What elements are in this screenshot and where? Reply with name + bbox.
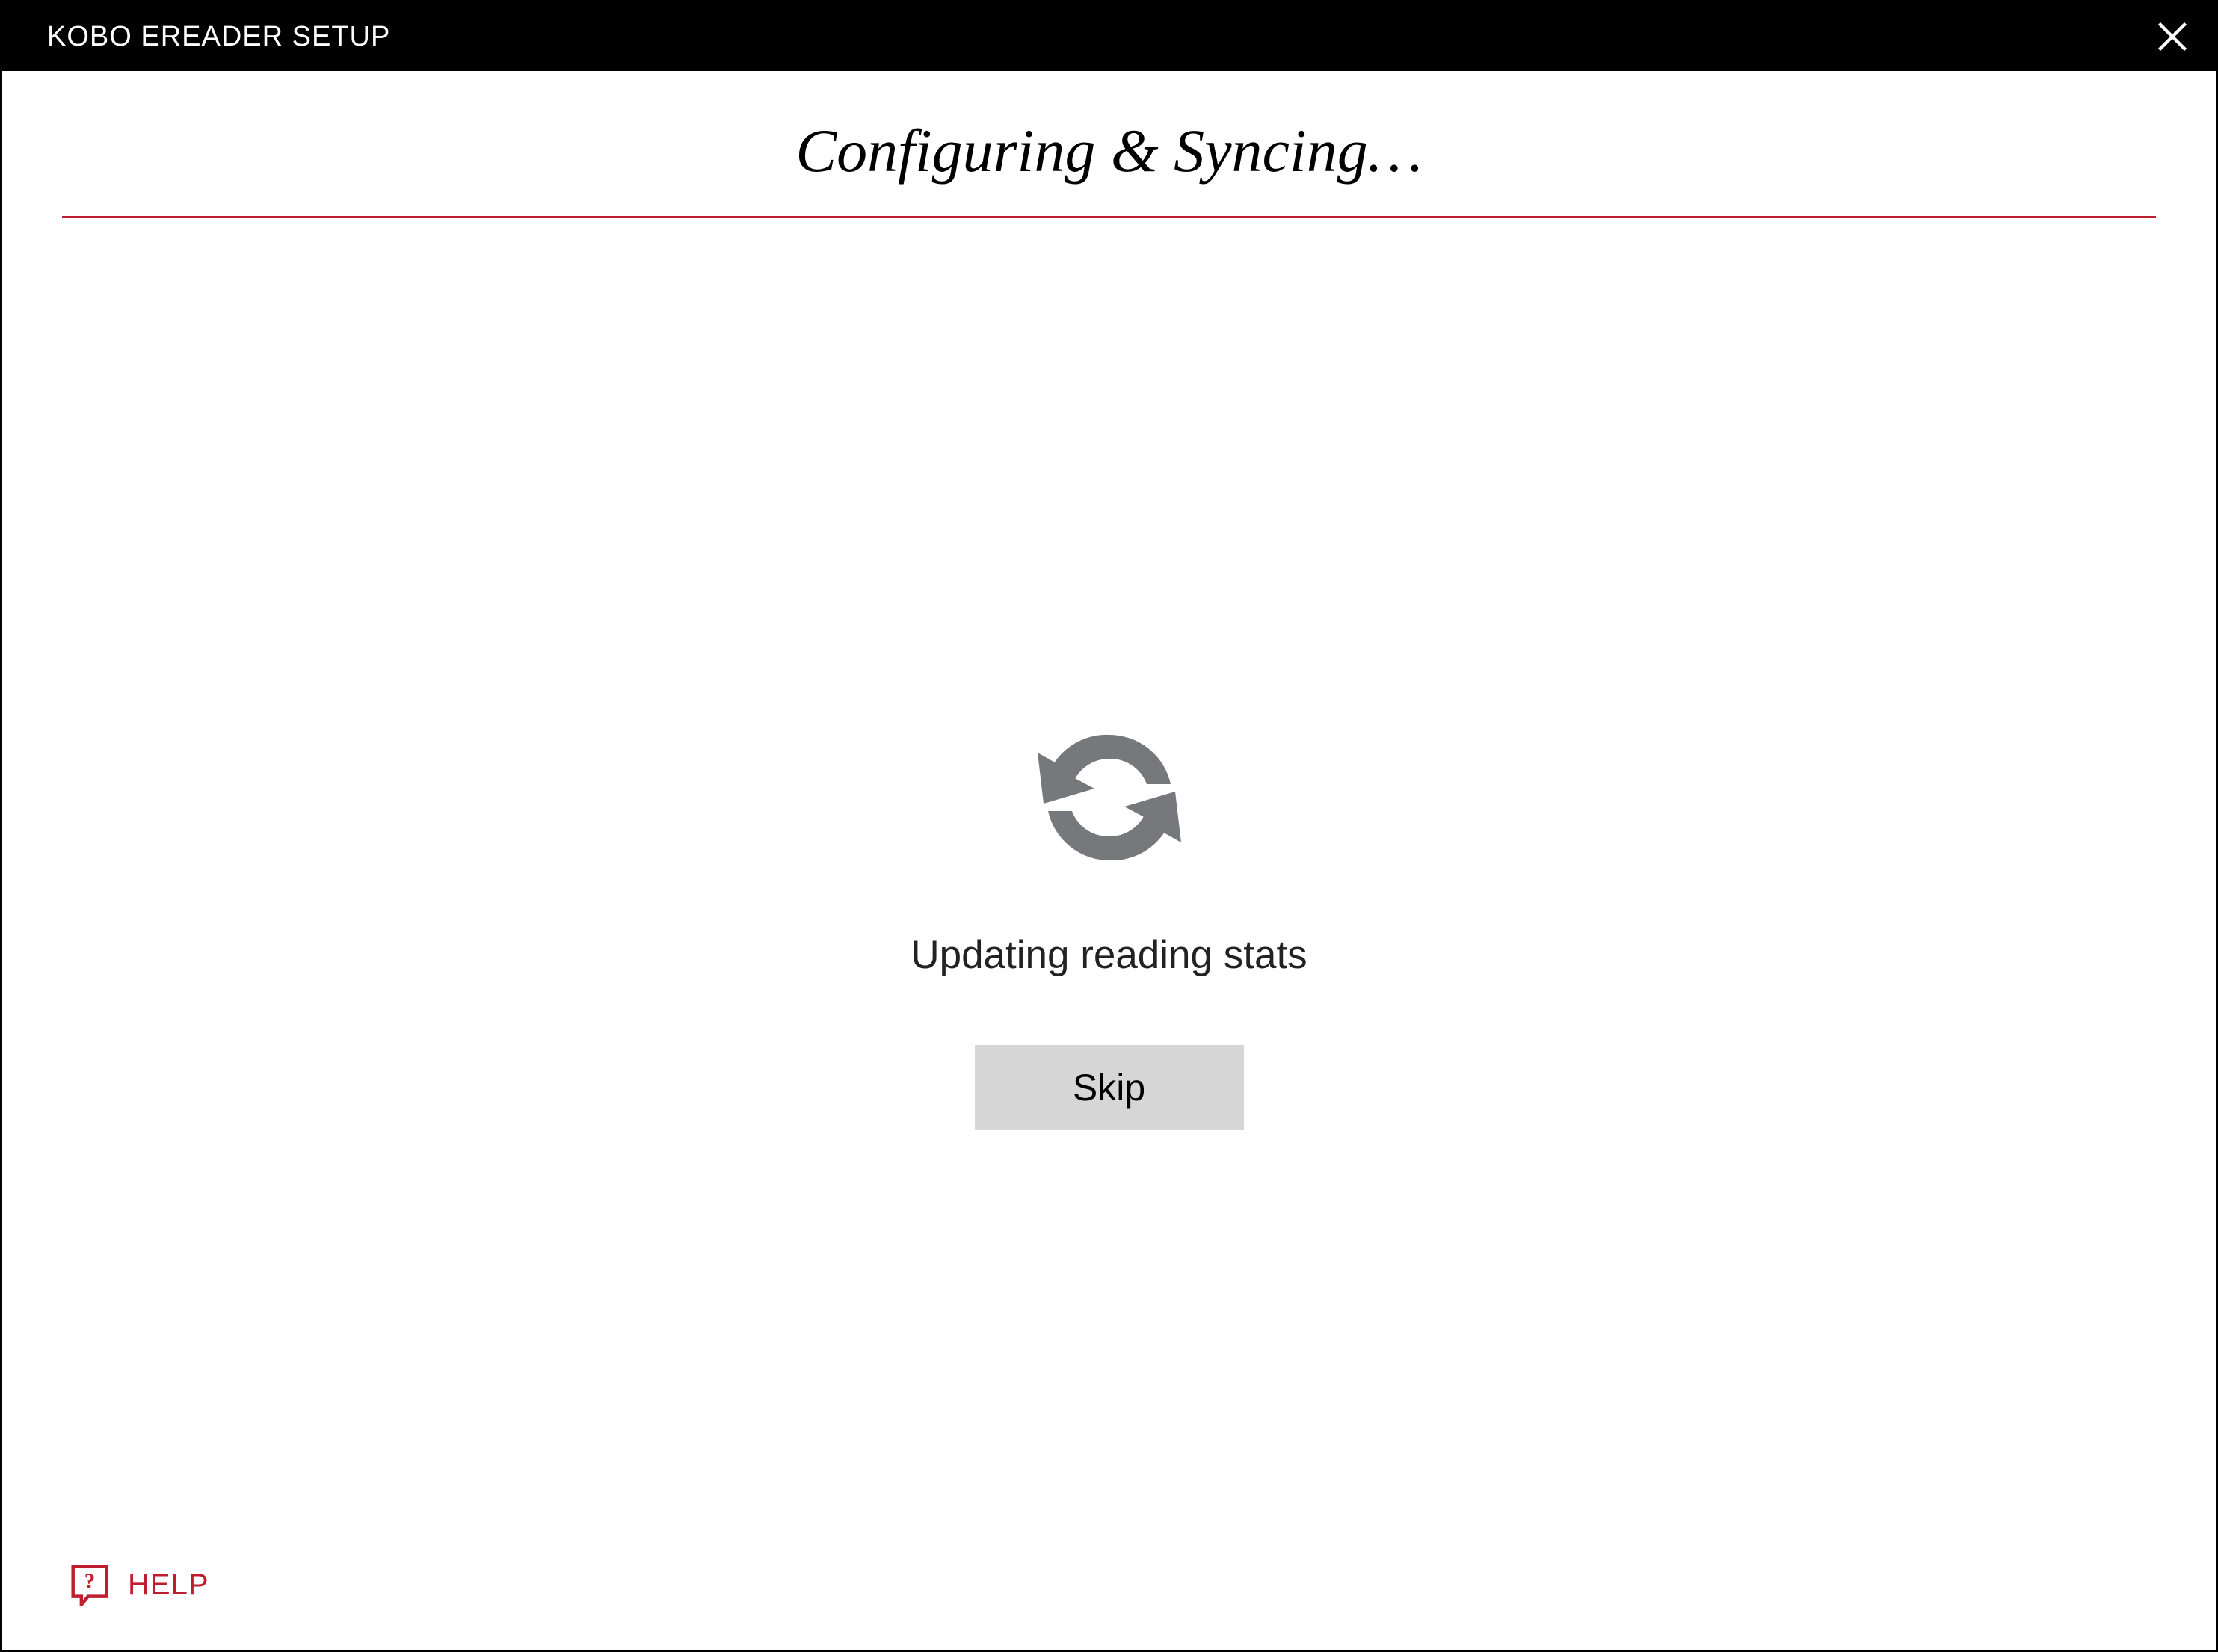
skip-button[interactable]: Skip (975, 1045, 1244, 1130)
setup-window: KOBO EREADER SETUP Configuring & Syncing… (0, 0, 2218, 1652)
close-icon (2156, 20, 2189, 53)
page-heading: Configuring & Syncing… (62, 116, 2156, 186)
help-button[interactable]: ? HELP (70, 1565, 209, 1605)
content-area: Configuring & Syncing… Updating reading … (2, 71, 2216, 1650)
titlebar: KOBO EREADER SETUP (2, 2, 2216, 71)
help-icon: ? (70, 1565, 110, 1605)
help-label: HELP (128, 1568, 209, 1602)
sync-status-area: Updating reading stats Skip (62, 218, 2156, 1620)
svg-text:?: ? (84, 1569, 96, 1593)
window-title: KOBO EREADER SETUP (47, 21, 390, 53)
sync-icon (1012, 708, 1207, 887)
close-button[interactable] (2151, 16, 2193, 58)
sync-status-text: Updating reading stats (911, 932, 1307, 978)
